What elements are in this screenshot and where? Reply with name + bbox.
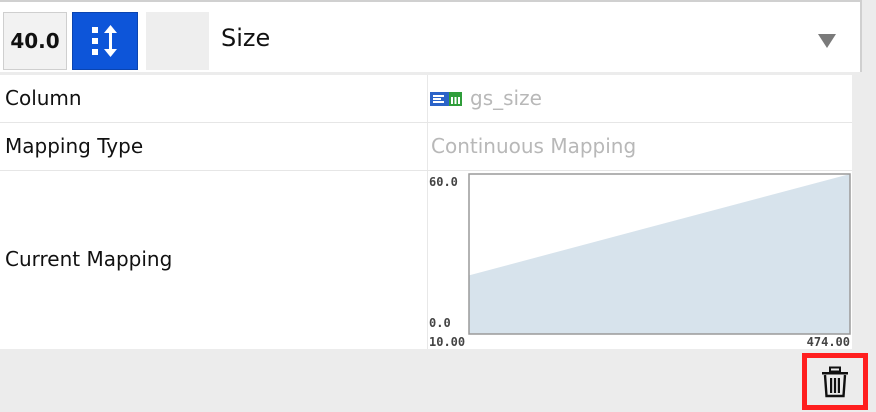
y-min-tick-label: 0.0 — [429, 316, 451, 330]
column-value[interactable]: gs_size — [470, 86, 542, 110]
x-min-tick-label: 10.00 — [429, 335, 465, 349]
mapping-type-value[interactable]: Continuous Mapping — [431, 134, 636, 158]
mapping-toggle-button[interactable] — [72, 12, 138, 70]
table-row-column[interactable]: Column gs_size — [0, 75, 852, 123]
table-row-current-mapping[interactable]: Current Mapping 60.0 0.0 10.00 474.00 — [0, 171, 852, 349]
column-label: Column — [5, 86, 82, 110]
property-name-label: Size — [221, 24, 271, 52]
footer-bar — [0, 350, 876, 412]
delete-mapping-button[interactable] — [802, 353, 868, 410]
table-row-mapping-type[interactable]: Mapping Type Continuous Mapping — [0, 123, 852, 171]
mapping-table: Column gs_size Mapping Type Continuous M… — [0, 75, 852, 349]
bypass-value-button[interactable] — [146, 12, 209, 70]
x-max-tick-label: 474.00 — [807, 335, 850, 349]
continuous-mapping-chart[interactable]: 60.0 0.0 10.00 474.00 — [428, 171, 852, 349]
default-value-text: 40.0 — [10, 29, 60, 53]
property-header-row: 40.0 Size — [0, 0, 862, 72]
resize-vertical-icon — [92, 25, 117, 57]
current-mapping-label: Current Mapping — [5, 247, 173, 271]
mapping-chart-container[interactable]: 60.0 0.0 10.00 474.00 — [428, 171, 852, 353]
trash-icon — [822, 366, 848, 397]
scroll-edge — [852, 75, 862, 350]
default-value-button[interactable]: 40.0 — [3, 12, 67, 70]
mapping-type-label: Mapping Type — [5, 134, 144, 158]
style-property-editor: 40.0 Size Column gs_size Mapping Type Co… — [0, 0, 876, 412]
numeric-column-icon — [430, 92, 462, 106]
dropdown-arrow-icon[interactable] — [818, 34, 836, 48]
y-max-tick-label: 60.0 — [429, 175, 458, 189]
